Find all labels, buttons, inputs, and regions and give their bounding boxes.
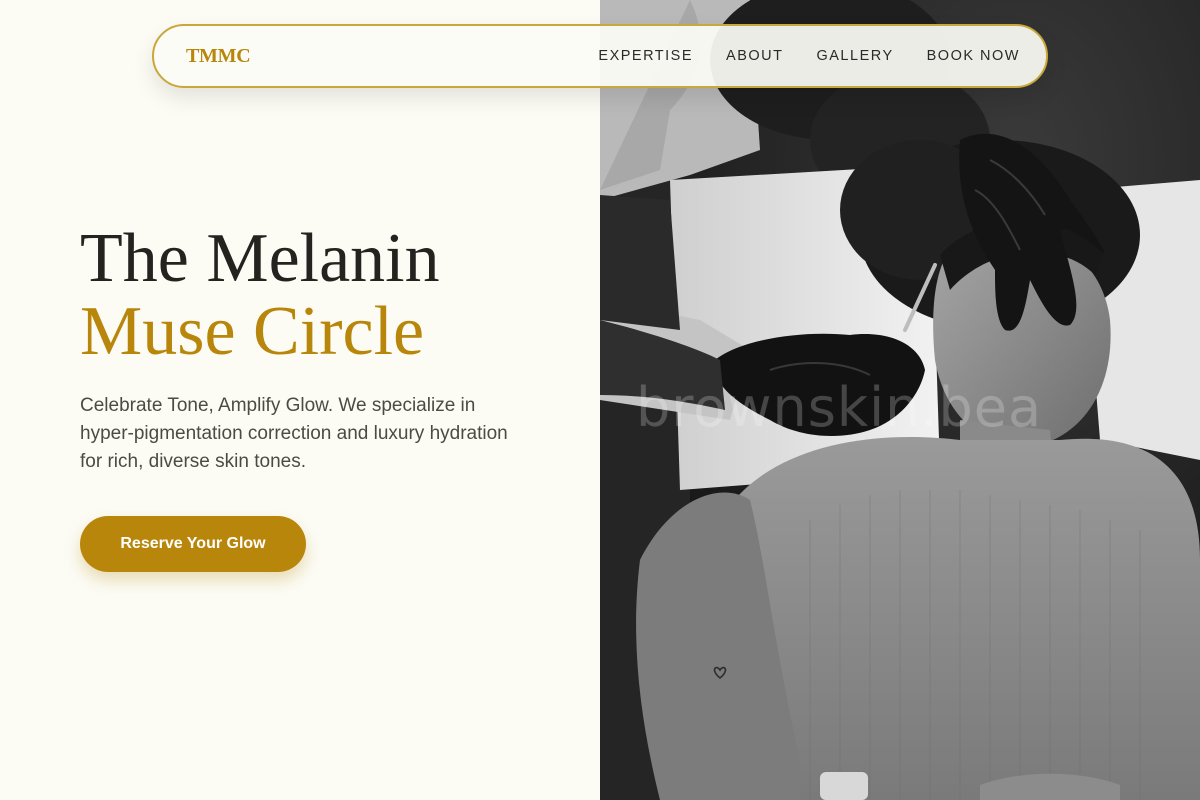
hero-photo: brownskin.bea: [600, 0, 1200, 800]
brand-logo[interactable]: TMMC: [186, 45, 251, 68]
hero-title-line-1: The Melanin: [80, 220, 440, 297]
page: brownskin.bea TMMC EXPERTISE ABOUT GALLE…: [0, 0, 1200, 800]
nav-link-book-now[interactable]: BOOK NOW: [927, 48, 1020, 64]
nav-link-about[interactable]: ABOUT: [726, 48, 783, 64]
photo-watermark: brownskin.bea: [636, 376, 1043, 439]
nav-link-gallery[interactable]: GALLERY: [816, 48, 893, 64]
reserve-your-glow-button[interactable]: Reserve Your Glow: [80, 516, 306, 572]
nav-link-expertise[interactable]: EXPERTISE: [598, 48, 693, 64]
top-navigation: TMMC EXPERTISE ABOUT GALLERY BOOK NOW: [152, 24, 1048, 88]
hero-title: The Melanin Muse Circle: [80, 222, 540, 368]
nav-links: EXPERTISE ABOUT GALLERY BOOK NOW: [598, 48, 1020, 64]
hero-title-line-2: Muse Circle: [80, 293, 425, 370]
hero-subtitle: Celebrate Tone, Amplify Glow. We special…: [80, 395, 508, 472]
hero-section: The Melanin Muse Circle Celebrate Tone, …: [80, 222, 540, 572]
